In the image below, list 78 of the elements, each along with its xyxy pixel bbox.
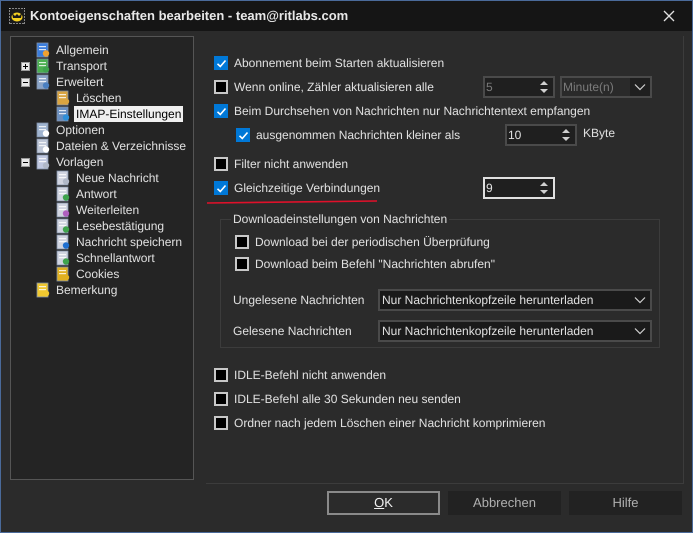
tree-item[interactable]: Transport — [54, 58, 109, 74]
checkbox[interactable] — [214, 368, 228, 382]
collapse-toggle[interactable] — [20, 158, 30, 166]
dropdown[interactable]: Nur Nachrichtenkopfzeile herunterladen — [378, 289, 652, 311]
tree-item[interactable]: Lesebestätigung — [74, 218, 166, 234]
checkbox[interactable] — [236, 128, 250, 142]
window-title: Kontoeigenschaften bearbeiten - team@ritlabs.com — [30, 7, 348, 26]
spinner-value: 5 — [485, 79, 494, 96]
tree-node-icon — [35, 154, 51, 170]
collapse-toggle[interactable] — [20, 78, 30, 86]
unit-label: KByte — [583, 125, 616, 142]
checkbox[interactable] — [214, 181, 228, 195]
tree-node-icon — [35, 42, 51, 58]
checkbox[interactable] — [214, 104, 228, 118]
tree-item[interactable]: Löschen — [74, 90, 124, 106]
tree-item[interactable]: Vorlagen — [54, 154, 106, 170]
tree-node-icon — [35, 58, 51, 74]
tree-node-icon — [55, 250, 71, 266]
tree-item[interactable]: Bemerkung — [54, 282, 120, 298]
chevron-down-icon[interactable] — [634, 296, 646, 304]
tree-item[interactable]: Weiterleiten — [74, 202, 142, 218]
dialog-button[interactable]: Hilfe — [569, 491, 682, 515]
option-label: IDLE-Befehl alle 30 Sekunden neu senden — [234, 391, 461, 408]
tree-node-icon — [55, 234, 71, 250]
app-logo-icon — [9, 8, 25, 24]
dialog-button[interactable]: OK — [327, 491, 440, 515]
dialog-button[interactable]: Abbrechen — [448, 491, 561, 515]
tree-node-icon — [55, 202, 71, 218]
tree-node-icon — [35, 138, 51, 154]
checkbox[interactable] — [235, 235, 249, 249]
checkbox[interactable] — [214, 392, 228, 406]
tree-item[interactable]: Schnellantwort — [74, 250, 157, 266]
tree-item[interactable]: IMAP-Einstellungen — [74, 106, 184, 122]
chevron-down-icon[interactable] — [634, 327, 646, 335]
checkbox[interactable] — [235, 257, 249, 271]
close-icon — [663, 10, 675, 22]
spinner-value: 9 — [485, 180, 494, 197]
tree-node-icon — [55, 170, 71, 186]
dropdown[interactable]: Nur Nachrichtenkopfzeile herunterladen — [378, 320, 652, 342]
group-title: Downloadeinstellungen von Nachrichten — [231, 212, 450, 226]
option-label: Beim Durchsehen von Nachrichten nur Nachrichtentext empfangen — [234, 103, 590, 120]
tree-node-icon — [55, 186, 71, 202]
tree-item[interactable]: Antwort — [74, 186, 119, 202]
tree-item[interactable]: Erweitert — [54, 74, 106, 90]
checkbox[interactable] — [214, 80, 228, 94]
up-down-arrows-icon[interactable] — [539, 180, 549, 196]
tree-node-icon — [55, 218, 71, 234]
tree-node-icon — [35, 282, 51, 298]
tree-item[interactable]: Dateien & Verzeichnisse — [54, 138, 188, 154]
option-label: Ordner nach jedem Löschen einer Nachricht komprimieren — [234, 415, 546, 432]
number-spinner[interactable]: 9 — [483, 177, 555, 199]
up-down-arrows-icon[interactable] — [561, 127, 571, 143]
checkbox[interactable] — [214, 157, 228, 171]
select-label: Gelesene Nachrichten — [233, 323, 353, 340]
option-label: Gleichzeitige Verbindungen — [234, 180, 380, 197]
checkbox[interactable] — [214, 416, 228, 430]
tree-node-icon — [35, 122, 51, 138]
tree-item[interactable]: Optionen — [54, 122, 107, 138]
tree-node-icon — [55, 266, 71, 282]
tree-node-icon — [55, 90, 71, 106]
option-label: IDLE-Befehl nicht anwenden — [234, 367, 386, 384]
option-label: Download bei der periodischen Überprüfung — [255, 234, 490, 251]
option-label: Abonnement beim Starten aktualisieren — [234, 55, 444, 72]
expand-toggle[interactable] — [20, 62, 30, 70]
tree-item[interactable]: Allgemein — [54, 42, 111, 58]
option-label: Wenn online, Zähler aktualisieren alle — [234, 79, 434, 96]
tree-node-icon — [55, 106, 71, 122]
checkbox[interactable] — [214, 56, 228, 70]
option-label: ausgenommen Nachrichten kleiner als — [256, 127, 460, 144]
tree-item[interactable]: Cookies — [74, 266, 122, 282]
option-label: Filter nicht anwenden — [234, 156, 348, 173]
option-label: Download beim Befehl "Nachrichten abrufen" — [255, 256, 495, 273]
select-label: Ungelesene Nachrichten — [233, 292, 366, 309]
tree-item[interactable]: Nachricht speichern — [74, 234, 184, 250]
tree-item[interactable]: Neue Nachricht — [74, 170, 161, 186]
tree-node-icon — [35, 74, 51, 90]
spinner-value: 10 — [507, 127, 522, 144]
number-spinner[interactable]: 10 — [505, 124, 577, 146]
